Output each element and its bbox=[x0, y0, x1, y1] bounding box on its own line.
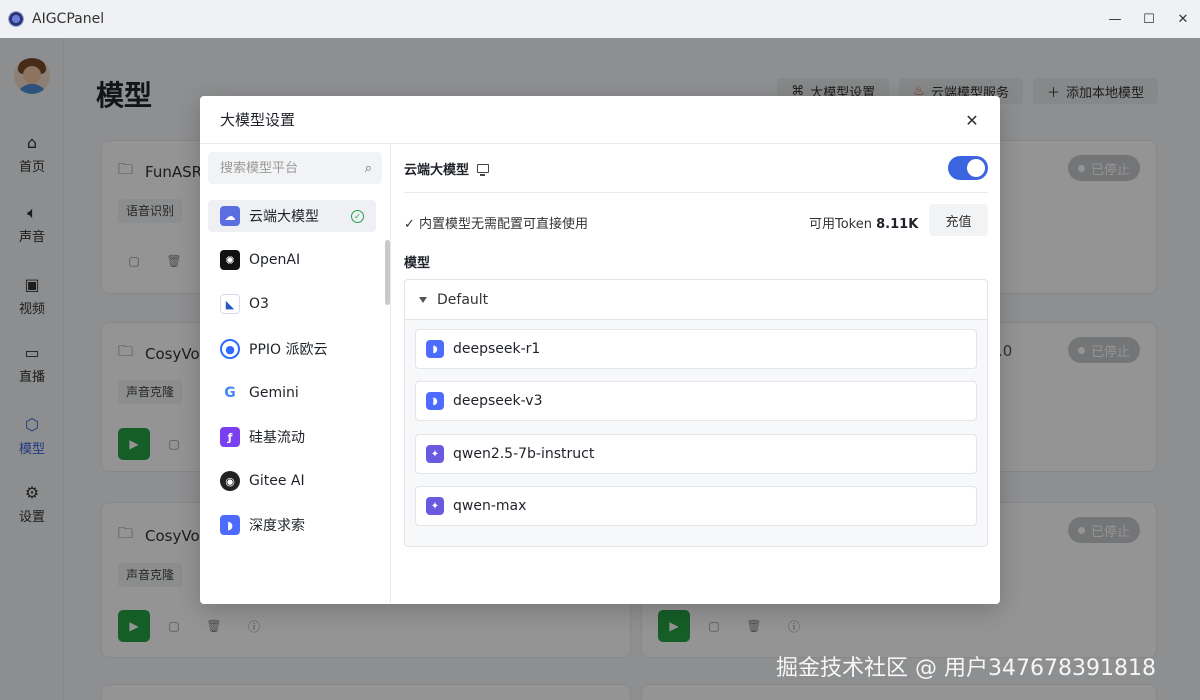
token-value: 8.11K bbox=[876, 217, 919, 232]
check-icon: ✓ bbox=[404, 217, 415, 232]
window-controls: — ☐ ✕ bbox=[1098, 0, 1200, 38]
token-balance: 可用Token 8.11K bbox=[809, 217, 919, 232]
gitee-icon: ◉ bbox=[220, 471, 240, 491]
provider-item-cloud[interactable]: ☁ 云端大模型 ✓ bbox=[208, 200, 376, 232]
app-logo-icon bbox=[8, 11, 24, 27]
provider-item-o3[interactable]: ◣ O3 bbox=[208, 288, 376, 320]
siliconflow-icon: ƒ bbox=[220, 427, 240, 447]
provider-item-siliconflow[interactable]: ƒ 硅基流动 bbox=[208, 421, 376, 453]
provider-item-ppio[interactable]: ● PPIO 派欧云 bbox=[208, 333, 376, 365]
qwen-icon: ✦ bbox=[426, 445, 444, 463]
divider bbox=[404, 192, 988, 193]
provider-panel: ⌕ ☁ 云端大模型 ✓ ✺ OpenAI ◣ O3 ● PPIO 派欧云 G G… bbox=[200, 144, 391, 604]
check-circle-icon: ✓ bbox=[351, 209, 364, 223]
provider-item-gitee[interactable]: ◉ Gitee AI bbox=[208, 465, 376, 497]
deepseek-icon: ◗ bbox=[426, 392, 444, 410]
provider-search: ⌕ bbox=[208, 152, 382, 184]
deepseek-icon: ◗ bbox=[220, 515, 240, 535]
google-icon: G bbox=[220, 383, 240, 403]
search-input[interactable] bbox=[220, 160, 365, 176]
minimize-button[interactable]: — bbox=[1098, 0, 1132, 38]
model-group: Default ◗ deepseek-r1 ◗ deepseek-v3 ✦ qw… bbox=[404, 279, 988, 547]
model-item[interactable]: ◗ deepseek-v3 bbox=[415, 381, 977, 421]
app-title: AIGCPanel bbox=[32, 11, 105, 27]
openai-icon: ✺ bbox=[220, 250, 240, 270]
o3-icon: ◣ bbox=[220, 294, 240, 314]
recharge-button[interactable]: 充值 bbox=[929, 204, 988, 236]
provider-title: 云端大模型 bbox=[404, 159, 490, 178]
model-group-header[interactable]: Default bbox=[405, 280, 987, 320]
caret-down-icon bbox=[419, 296, 427, 303]
builtin-note: ✓ 内置模型无需配置可直接使用 bbox=[404, 217, 589, 232]
search-icon[interactable]: ⌕ bbox=[365, 161, 372, 176]
ppio-icon: ● bbox=[220, 339, 240, 359]
model-item[interactable]: ✦ qwen-max bbox=[415, 486, 977, 526]
close-icon[interactable]: ✕ bbox=[962, 110, 982, 130]
provider-item-openai[interactable]: ✺ OpenAI bbox=[208, 244, 376, 276]
qwen-icon: ✦ bbox=[426, 497, 444, 515]
model-item[interactable]: ◗ deepseek-r1 bbox=[415, 329, 977, 369]
enable-toggle[interactable] bbox=[948, 156, 988, 180]
llm-settings-dialog: 大模型设置 ✕ ⌕ ☁ 云端大模型 ✓ ✺ OpenAI ◣ O3 ● PPIO… bbox=[200, 96, 1000, 604]
scrollbar-thumb[interactable] bbox=[385, 240, 390, 305]
maximize-button[interactable]: ☐ bbox=[1132, 0, 1166, 38]
close-window-button[interactable]: ✕ bbox=[1166, 0, 1200, 38]
dialog-title: 大模型设置 bbox=[200, 96, 1000, 144]
provider-detail-panel: 云端大模型 ✓ 内置模型无需配置可直接使用 可用Token 8.11K 充值 模… bbox=[392, 144, 1000, 604]
title-bar: AIGCPanel — ☐ ✕ bbox=[0, 0, 1200, 38]
model-item[interactable]: ✦ qwen2.5-7b-instruct bbox=[415, 434, 977, 474]
models-section-label: 模型 bbox=[404, 256, 431, 271]
provider-item-deepseek[interactable]: ◗ 深度求索 bbox=[208, 509, 376, 541]
cloud-model-icon: ☁ bbox=[220, 206, 240, 226]
provider-item-gemini[interactable]: G Gemini bbox=[208, 377, 376, 409]
watermark: 掘金技术社区 @ 用户347678391818 bbox=[776, 656, 1156, 681]
monitor-icon[interactable] bbox=[477, 164, 490, 176]
deepseek-icon: ◗ bbox=[426, 340, 444, 358]
